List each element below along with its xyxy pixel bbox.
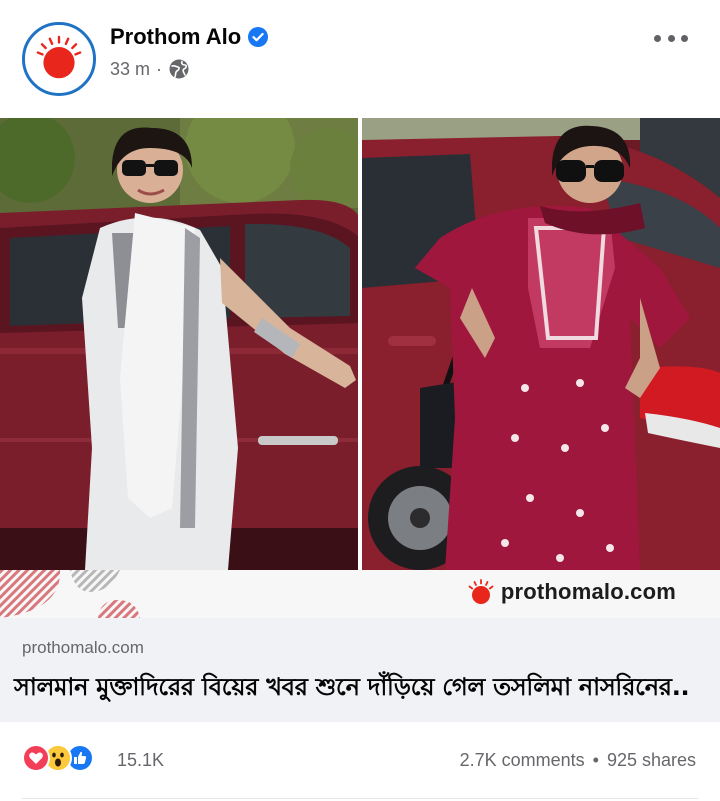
link-domain: prothomalo.com xyxy=(22,638,144,657)
more-options-button[interactable] xyxy=(654,28,688,48)
left-photo-panel xyxy=(0,118,370,570)
page-avatar[interactable] xyxy=(22,22,96,96)
watermark-strip: prothomalo.com xyxy=(0,570,720,618)
thumbs-up-icon xyxy=(74,751,87,764)
post-time[interactable]: 33 m xyxy=(110,59,150,80)
prothom-alo-logo-icon xyxy=(25,25,93,93)
divider xyxy=(22,798,698,799)
engagement-stats: 2.7K comments • 925 shares xyxy=(460,750,696,771)
globe-icon[interactable] xyxy=(168,58,190,80)
stats-separator: • xyxy=(592,750,599,770)
page-name-link[interactable]: Prothom Alo xyxy=(110,24,269,50)
post-meta: 33 m · xyxy=(110,58,190,80)
prothom-alo-sun-icon xyxy=(468,579,494,604)
decorative-pattern xyxy=(0,570,140,618)
verified-badge-icon xyxy=(248,27,269,47)
right-photo-panel xyxy=(362,118,720,570)
watermark-site-text: prothomalo.com xyxy=(500,579,676,604)
reaction-count[interactable]: 15.1K xyxy=(117,750,164,771)
post-photo[interactable] xyxy=(0,118,720,570)
link-preview-card[interactable]: prothomalo.com সালমান মুক্তাদিরের বিয়ের… xyxy=(0,618,720,722)
more-dot xyxy=(654,34,661,42)
reaction-icons[interactable] xyxy=(22,744,94,772)
post-photo-collage xyxy=(0,118,720,570)
comments-count-link[interactable]: 2.7K comments xyxy=(460,750,585,771)
link-title[interactable]: সালমান মুক্তাদিরের বিয়ের খবর শুনে দাঁড়… xyxy=(14,669,690,709)
heart-icon xyxy=(29,752,43,764)
more-dot xyxy=(667,34,675,42)
reactions-bar: 15.1K 2.7K comments • 925 shares xyxy=(0,722,720,801)
shares-count-link[interactable]: 925 shares xyxy=(607,750,696,771)
meta-separator: · xyxy=(156,58,163,79)
more-dot xyxy=(681,34,688,42)
page-name[interactable]: Prothom Alo xyxy=(110,24,241,50)
post-header: Prothom Alo 33 m · xyxy=(0,0,720,118)
love-reaction-icon xyxy=(22,744,50,772)
watermark-logo: prothomalo.com xyxy=(467,578,676,606)
